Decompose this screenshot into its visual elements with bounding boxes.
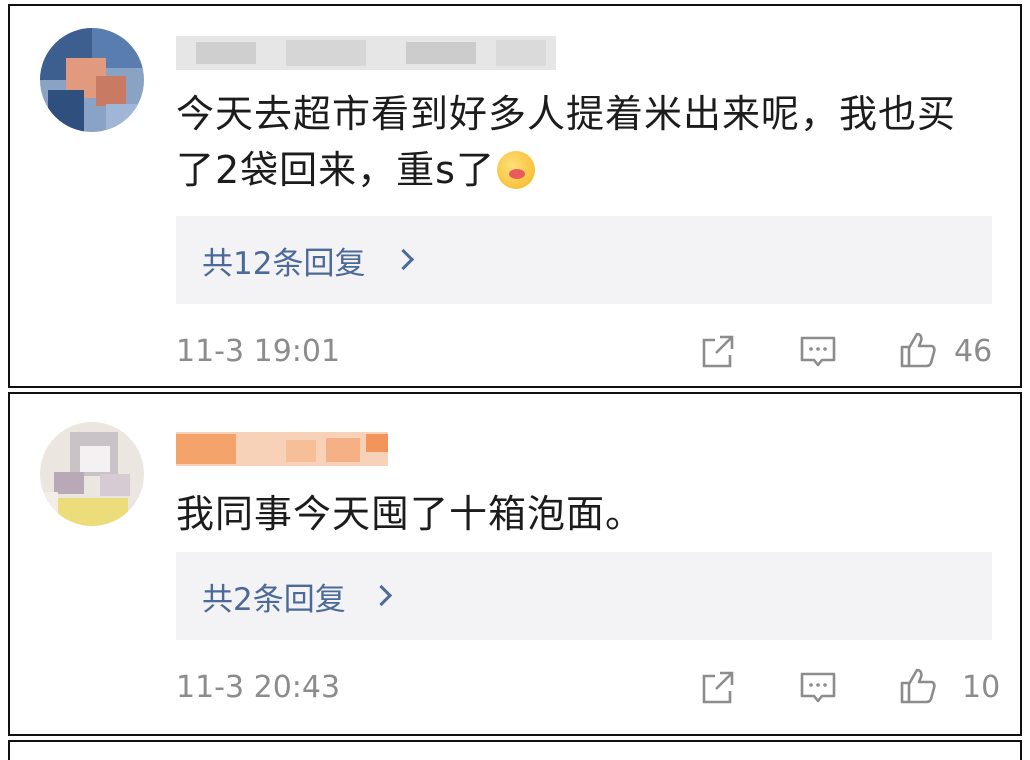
timestamp: 11-3 19:01	[176, 334, 341, 369]
face-savoring-food-emoji	[496, 151, 535, 189]
replies-label: 共12条回复	[202, 246, 366, 282]
like-count: 10	[962, 670, 1001, 705]
comment-card: 今天去超市看到好多人提着米出来呢，我也买 了2袋回来，重s了 共12条回复 11…	[8, 4, 1022, 388]
comment-icon[interactable]	[798, 668, 838, 708]
username-blurred[interactable]	[176, 432, 388, 466]
avatar[interactable]	[40, 422, 144, 526]
comment-line: 了2袋回来，重s了	[176, 148, 495, 192]
comment-card-partial	[8, 740, 1022, 760]
thumbs-up-icon[interactable]	[898, 666, 938, 706]
chevron-right-icon	[392, 248, 415, 271]
replies-link[interactable]: 共12条回复	[176, 216, 992, 304]
comment-card: 我同事今天囤了十箱泡面。 共2条回复 11-3 20:43 10	[8, 392, 1022, 736]
like-count: 46	[954, 334, 993, 369]
comment-icon[interactable]	[798, 332, 838, 372]
chevron-right-icon	[370, 584, 393, 607]
comment-text: 今天去超市看到好多人提着米出来呢，我也买 了2袋回来，重s了	[176, 86, 956, 198]
replies-label: 共2条回复	[202, 582, 346, 618]
timestamp: 11-3 20:43	[176, 670, 341, 705]
comment-text: 我同事今天囤了十箱泡面。	[176, 492, 645, 536]
avatar[interactable]	[40, 28, 144, 132]
replies-link[interactable]: 共2条回复	[176, 552, 992, 640]
share-icon[interactable]	[698, 668, 738, 708]
username-blurred[interactable]	[176, 36, 556, 70]
comment-line: 今天去超市看到好多人提着米出来呢，我也买	[176, 92, 957, 136]
share-icon[interactable]	[698, 332, 738, 372]
thumbs-up-icon[interactable]	[898, 330, 938, 370]
